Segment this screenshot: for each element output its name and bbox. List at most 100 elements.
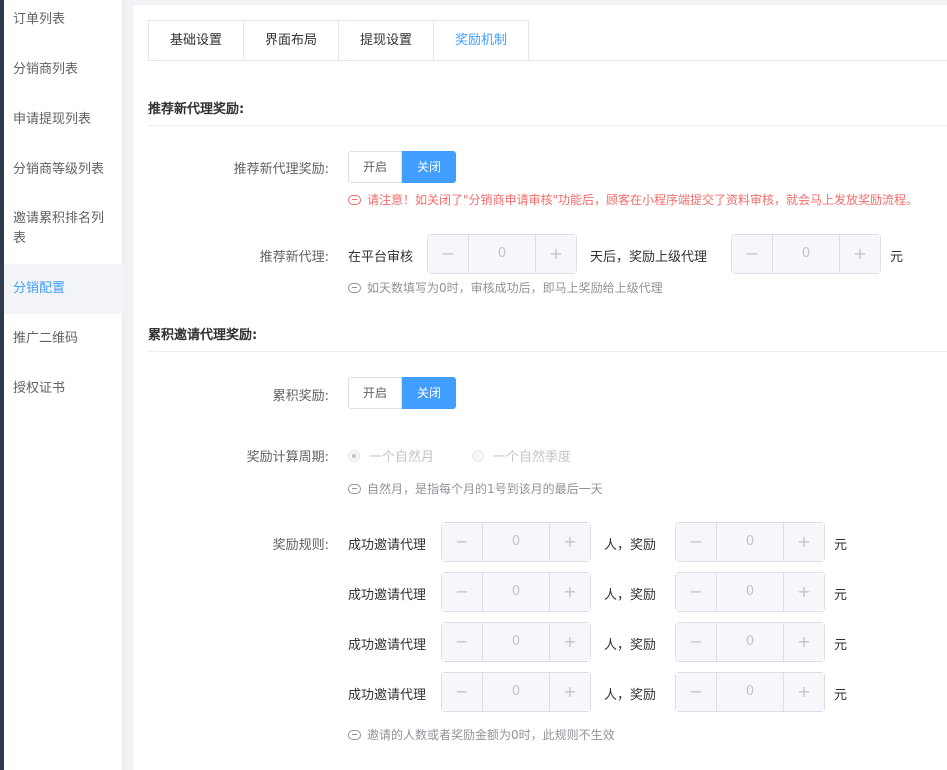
new-agent-reward-switch: 开启 关闭	[348, 151, 456, 183]
minus-icon[interactable]: −	[442, 623, 483, 661]
info-bubble-icon	[348, 282, 361, 293]
rule-count-stepper[interactable]: − 0 +	[441, 672, 591, 712]
rule-count-stepper[interactable]: − 0 +	[441, 572, 591, 612]
tabs-divider	[148, 60, 947, 61]
switch-on-button[interactable]: 开启	[348, 377, 402, 409]
rule-amount-value[interactable]: 0	[717, 623, 783, 661]
info-bubble-icon	[348, 729, 361, 740]
sidebar-item-label: 订单列表	[13, 12, 66, 27]
minus-icon[interactable]: −	[676, 623, 717, 661]
section-divider	[148, 125, 947, 126]
days-hint-text: 如天数填写为0时，审核成功后，即马上奖励给上级代理	[367, 281, 663, 295]
reward-middle-text: 天后，奖励上级代理	[590, 250, 708, 265]
tab-layout[interactable]: 界面布局	[243, 20, 340, 61]
plus-icon[interactable]: +	[783, 573, 824, 611]
sidebar-item-levels[interactable]: 分销商等级列表	[4, 160, 123, 180]
switch-off-button[interactable]: 关闭	[402, 377, 456, 409]
section-title-new-agent-reward: 推荐新代理奖励:	[148, 102, 245, 117]
minus-icon[interactable]: −	[676, 573, 717, 611]
sidebar-item-certificate[interactable]: 授权证书	[4, 379, 123, 399]
sidebar-item-distribution-config[interactable]: 分销配置	[4, 264, 123, 314]
minus-icon[interactable]: −	[676, 523, 717, 561]
section-divider	[148, 351, 947, 352]
period-hint-text: 自然月，是指每个月的1号到该月的最后一天	[367, 482, 603, 496]
new-agent-label: 推荐新代理:	[259, 250, 329, 265]
rule-amount-stepper[interactable]: − 0 +	[675, 672, 825, 712]
sidebar-item-label: 授权证书	[13, 381, 66, 396]
plus-icon[interactable]: +	[549, 523, 590, 561]
plus-icon[interactable]: +	[783, 673, 824, 711]
new-agent-reward-label: 推荐新代理奖励:	[233, 162, 329, 177]
sidebar-item-label: 分销商等级列表	[13, 162, 105, 177]
rule-unit-text: 元	[834, 688, 848, 703]
sidebar-item-label: 邀请累积排名列表	[13, 211, 105, 246]
minus-icon[interactable]: −	[428, 235, 469, 273]
rule-count-stepper[interactable]: − 0 +	[441, 622, 591, 662]
sidebar-item-withdrawals[interactable]: 申请提现列表	[4, 110, 123, 130]
rule-count-stepper[interactable]: − 0 +	[441, 522, 591, 562]
plus-icon[interactable]: +	[783, 523, 824, 561]
period-option-label: 一个自然季度	[493, 450, 572, 465]
sidebar-item-orders[interactable]: 订单列表	[4, 10, 123, 30]
plus-icon[interactable]: +	[783, 623, 824, 661]
rule-amount-value[interactable]: 0	[717, 673, 783, 711]
rule-amount-stepper[interactable]: − 0 +	[675, 522, 825, 562]
rule-prefix-text: 成功邀请代理	[348, 538, 427, 553]
minus-icon[interactable]: −	[732, 235, 773, 273]
main-panel: 基础设置 界面布局 提现设置 奖励机制 推荐新代理奖励: 推荐新代理奖励: 开启…	[133, 5, 947, 770]
rule-unit-text: 元	[834, 638, 848, 653]
rules-label: 奖励规则:	[272, 538, 329, 553]
rule-amount-value[interactable]: 0	[717, 523, 783, 561]
period-hint: 自然月，是指每个月的1号到该月的最后一天	[348, 480, 603, 497]
days-stepper[interactable]: − 0 +	[427, 234, 577, 274]
sidebar-item-distributors[interactable]: 分销商列表	[4, 60, 123, 80]
sidebar-item-invite-ranking[interactable]: 邀请累积排名列表	[4, 209, 123, 249]
minus-icon[interactable]: −	[442, 573, 483, 611]
period-option-label: 一个自然月	[369, 450, 435, 465]
period-option-quarter[interactable]: 一个自然季度	[472, 446, 571, 465]
tab-withdraw-settings[interactable]: 提现设置	[338, 20, 435, 61]
rule-count-value[interactable]: 0	[483, 523, 549, 561]
tab-reward-mechanism[interactable]: 奖励机制	[433, 20, 530, 61]
days-hint: 如天数填写为0时，审核成功后，即马上奖励给上级代理	[348, 279, 663, 296]
radio-checked-icon	[348, 449, 360, 462]
switch-on-button[interactable]: 开启	[348, 151, 402, 183]
section-title-cumulative-reward: 累积邀请代理奖励:	[148, 328, 258, 343]
amount-stepper[interactable]: − 0 +	[731, 234, 881, 274]
plus-icon[interactable]: +	[549, 573, 590, 611]
tab-basic-settings[interactable]: 基础设置	[148, 20, 245, 61]
sidebar-item-label: 推广二维码	[13, 331, 79, 346]
period-option-month[interactable]: 一个自然月	[348, 446, 434, 465]
unit-text: 元	[890, 250, 904, 265]
rules-hint: 邀请的人数或者奖励金额为0时，此规则不生效	[348, 726, 615, 743]
warning-text: 请注意！如关闭了"分销商申请审核"功能后，顾客在小程序端提交了资料审核，就会马上…	[367, 193, 919, 207]
rule-middle-text: 人，奖励	[604, 588, 657, 603]
days-value[interactable]: 0	[469, 235, 535, 273]
plus-icon[interactable]: +	[549, 673, 590, 711]
sidebar-item-label: 申请提现列表	[13, 112, 92, 127]
minus-icon[interactable]: −	[442, 523, 483, 561]
rules-hint-text: 邀请的人数或者奖励金额为0时，此规则不生效	[367, 728, 615, 742]
rule-amount-stepper[interactable]: − 0 +	[675, 572, 825, 612]
rule-prefix-text: 成功邀请代理	[348, 638, 427, 653]
minus-icon[interactable]: −	[442, 673, 483, 711]
rule-amount-value[interactable]: 0	[717, 573, 783, 611]
rule-count-value[interactable]: 0	[483, 623, 549, 661]
rule-count-value[interactable]: 0	[483, 573, 549, 611]
plus-icon[interactable]: +	[535, 235, 576, 273]
info-bubble-icon	[348, 194, 361, 205]
sidebar-item-label: 分销配置	[13, 281, 66, 296]
switch-off-button[interactable]: 关闭	[402, 151, 456, 183]
minus-icon[interactable]: −	[676, 673, 717, 711]
sidebar: 订单列表 分销商列表 申请提现列表 分销商等级列表 邀请累积排名列表 分销配置 …	[0, 0, 123, 770]
sidebar-item-qrcode[interactable]: 推广二维码	[4, 329, 123, 349]
rule-amount-stepper[interactable]: − 0 +	[675, 622, 825, 662]
amount-value[interactable]: 0	[773, 235, 839, 273]
plus-icon[interactable]: +	[549, 623, 590, 661]
rule-middle-text: 人，奖励	[604, 538, 657, 553]
rule-count-value[interactable]: 0	[483, 673, 549, 711]
review-prefix-text: 在平台审核	[348, 250, 414, 265]
rule-middle-text: 人，奖励	[604, 688, 657, 703]
warning-hint: 请注意！如关闭了"分销商申请审核"功能后，顾客在小程序端提交了资料审核，就会马上…	[348, 191, 918, 208]
plus-icon[interactable]: +	[839, 235, 880, 273]
